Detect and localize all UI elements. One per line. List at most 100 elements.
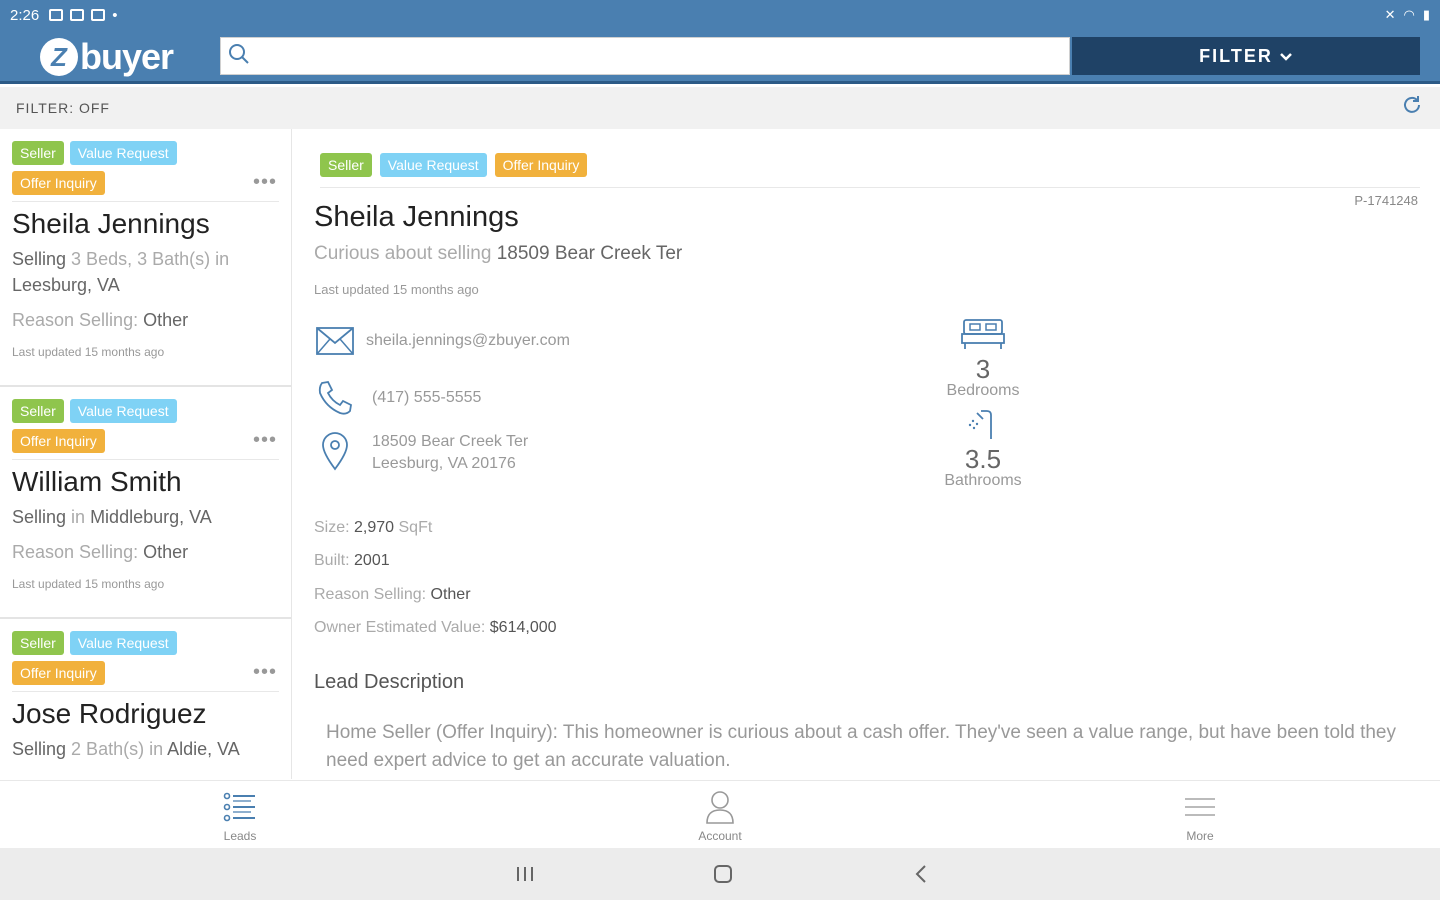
message-notification-icon <box>70 9 85 21</box>
phone-icon <box>314 379 356 417</box>
tab-leads[interactable]: Leads <box>180 789 300 843</box>
tab-label: Leads <box>223 829 257 843</box>
tab-label: Account <box>698 829 742 843</box>
detail-updated: Last updated 15 months ago <box>314 282 479 297</box>
detail-summary: Curious about selling 18509 Bear Creek T… <box>314 243 682 265</box>
lead-card[interactable]: Seller Value Request Offer Inquiry ••• W… <box>0 387 291 619</box>
estimated-value-spec: Owner Estimated Value: $614,000 <box>314 619 557 637</box>
selling-location: Aldie, VA <box>167 739 240 759</box>
lead-selling-summary: Selling 2 Bath(s) in Aldie, VA <box>12 736 279 762</box>
recent-apps-icon[interactable] <box>505 860 545 888</box>
built-spec: Built: 2001 <box>314 552 390 570</box>
filter-status-bar: FILTER: OFF <box>0 87 1440 129</box>
lead-tags: Seller Value Request Offer Inquiry <box>12 399 232 453</box>
lead-list[interactable]: Seller Value Request Offer Inquiry ••• S… <box>0 129 292 779</box>
reason-label: Reason Selling: <box>314 586 431 603</box>
filter-button-label: FILTER <box>1199 45 1273 66</box>
reason-value: Other <box>143 542 189 562</box>
bathrooms-stat: 3.5 Bathrooms <box>923 409 1043 490</box>
tag-seller: Seller <box>12 399 64 423</box>
detail-tags: Seller Value Request Offer Inquiry <box>320 153 588 177</box>
shower-icon <box>923 409 1043 446</box>
size-value: 2,970 <box>354 519 395 536</box>
tab-more[interactable]: More <box>1140 789 1260 843</box>
reason-label: Reason Selling: <box>12 542 144 562</box>
selling-detail: in <box>66 507 91 527</box>
logo-mark: Z <box>40 38 78 76</box>
back-icon[interactable] <box>901 860 941 888</box>
tag-offer-inquiry: Offer Inquiry <box>12 661 105 685</box>
lead-id: P-1741248 <box>1354 193 1418 208</box>
bedrooms-stat: 3 Bedrooms <box>923 317 1043 400</box>
lead-card[interactable]: Seller Value Request Offer Inquiry ••• S… <box>0 129 291 387</box>
system-navigation-bar <box>0 848 1440 900</box>
lead-name: Jose Rodriguez <box>12 698 207 729</box>
home-icon[interactable] <box>703 860 743 888</box>
lead-updated: Last updated 15 months ago <box>12 577 165 591</box>
lead-description-title: Lead Description <box>314 671 465 693</box>
filter-button[interactable]: FILTER <box>1072 37 1420 75</box>
estimated-value: $614,000 <box>489 619 557 636</box>
divider <box>320 187 1420 188</box>
lead-reason: Reason Selling: Other <box>12 310 279 331</box>
selling-prefix: Selling <box>12 507 67 527</box>
tag-value-request: Value Request <box>69 399 177 423</box>
more-options-icon[interactable]: ••• <box>253 661 277 684</box>
address-line1: 18509 Bear Creek Ter <box>372 433 529 450</box>
built-value: 2001 <box>354 552 390 569</box>
address-line2: Leesburg, VA 20176 <box>372 455 516 472</box>
bathrooms-label: Bathrooms <box>944 472 1022 489</box>
battery-icon: ▮ <box>1422 7 1430 22</box>
lead-card[interactable]: Seller Value Request Offer Inquiry ••• J… <box>0 619 291 762</box>
zbuyer-logo: Z buyer <box>40 36 174 78</box>
lead-name: William Smith <box>12 466 182 497</box>
selling-detail: 2 Bath(s) in <box>66 739 168 759</box>
bedrooms-label: Bedrooms <box>946 382 1020 399</box>
tag-value-request: Value Request <box>379 153 487 177</box>
selling-prefix: Selling <box>12 249 67 269</box>
address-row[interactable]: 18509 Bear Creek Ter Leesburg, VA 20176 <box>314 431 528 475</box>
selling-location: Middleburg, VA <box>90 507 212 527</box>
app-header: Z buyer FILTER <box>0 30 1440 84</box>
reason-label: Reason Selling: <box>12 310 144 330</box>
refresh-icon[interactable] <box>1400 93 1424 123</box>
chevron-down-icon <box>1279 46 1293 67</box>
tab-account[interactable]: Account <box>660 789 780 843</box>
filter-status-label: FILTER: OFF <box>16 100 110 116</box>
tag-offer-inquiry: Offer Inquiry <box>494 153 588 177</box>
tag-offer-inquiry: Offer Inquiry <box>12 171 105 195</box>
bottom-tab-bar: Leads Account More <box>0 780 1440 848</box>
tab-label: More <box>1186 829 1214 843</box>
reason-value: Other <box>430 586 471 603</box>
person-icon <box>660 789 780 825</box>
more-notifications-dot-icon: • <box>112 6 118 24</box>
gallery-notification-icon <box>91 9 106 21</box>
search-bar[interactable] <box>220 37 1070 75</box>
phone-value[interactable]: (417) 555-5555 <box>372 389 481 407</box>
reason-spec: Reason Selling: Other <box>314 586 471 604</box>
email-row[interactable]: sheila.jennings@zbuyer.com <box>314 327 570 355</box>
notification-icons: • <box>49 7 117 24</box>
logo-text: buyer <box>80 36 174 77</box>
more-options-icon[interactable]: ••• <box>253 429 277 452</box>
bed-icon <box>923 317 1043 356</box>
lead-updated: Last updated 15 months ago <box>12 345 165 359</box>
address-block: 18509 Bear Creek Ter Leesburg, VA 20176 <box>372 431 528 475</box>
tag-seller: Seller <box>12 141 64 165</box>
status-time: 2:26 <box>10 6 40 24</box>
tag-seller: Seller <box>12 631 64 655</box>
mute-icon: ✕ <box>1384 7 1396 22</box>
email-value[interactable]: sheila.jennings@zbuyer.com <box>366 332 570 350</box>
system-status-bar: 2:26 • ✕ ◠ ▮ <box>0 0 1440 30</box>
bathrooms-count: 3.5 <box>964 444 1002 474</box>
phone-row[interactable]: (417) 555-5555 <box>314 379 481 417</box>
selling-detail: 3 Beds, 3 Bath(s) in <box>66 249 230 269</box>
more-options-icon[interactable]: ••• <box>253 171 277 194</box>
lead-tags: Seller Value Request Offer Inquiry <box>12 141 232 195</box>
lead-selling-summary: Selling 3 Beds, 3 Bath(s) in Leesburg, V… <box>12 246 279 298</box>
lead-detail-panel: Seller Value Request Offer Inquiry P-174… <box>292 129 1440 779</box>
selling-location: Leesburg, VA <box>12 275 120 295</box>
lead-selling-summary: Selling in Middleburg, VA <box>12 504 279 530</box>
search-input[interactable] <box>251 38 1069 74</box>
lead-description-text: Home Seller (Offer Inquiry): This homeow… <box>326 722 1396 771</box>
